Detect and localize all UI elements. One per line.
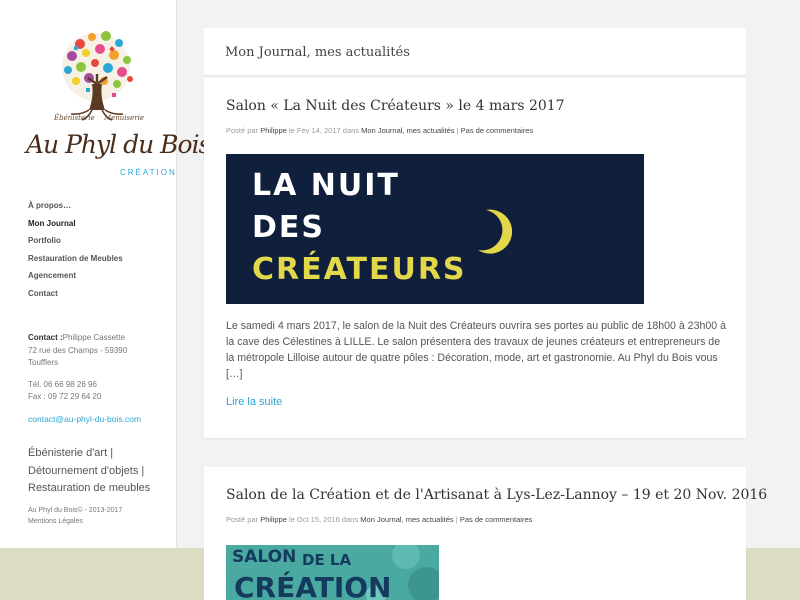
contact-block: Contact :Philippe Cassette 72 rue des Ch… <box>28 332 141 426</box>
meta-author[interactable]: Philippe <box>260 126 287 135</box>
tagline-line: Restauration de meubles <box>28 482 151 494</box>
contact-city: Toufflers <box>28 358 59 367</box>
copyright: Au Phyl du Bois© - 2013-2017 Mentions Lé… <box>28 505 122 527</box>
post-card: Salon de la Création et de l'Artisanat à… <box>204 467 767 600</box>
legal-link[interactable]: Mentions Légales <box>28 516 122 527</box>
contact-tel: Tél. 06 66 98 26 96 <box>28 379 97 389</box>
meta-comments[interactable]: Pas de commentaires <box>461 126 534 135</box>
tagline-line: Détournement d'objets | <box>28 464 145 477</box>
contact-name: Philippe Cassette <box>62 333 125 342</box>
nav-item-restauration[interactable]: Restauration de Meubles <box>28 253 123 271</box>
contact-label: Contact : <box>28 333 63 342</box>
contact-email-link[interactable]: contact@au-phyl-du-bois.com <box>28 414 141 424</box>
post-meta: Posté par Philippe le Fév 14, 2017 dans … <box>226 126 533 135</box>
meta-date: le Oct 15, 2016 dans <box>288 515 359 524</box>
meta-separator: | <box>455 515 458 524</box>
banner-text: CRÉATION <box>234 571 392 600</box>
logo-tag: CRÉATION <box>120 168 177 177</box>
banner-text: DE LA <box>302 551 352 569</box>
page-header: Mon Journal, mes actualités <box>204 28 746 76</box>
contact-street: 72 rue des Champs - 59390 <box>28 345 128 355</box>
logo-left-sub: Ébénisterie <box>54 114 95 122</box>
meta-separator: | <box>456 126 459 135</box>
copyright-text: Au Phyl du Bois© - 2013-2017 <box>28 507 123 514</box>
banner-text: DES <box>252 210 326 245</box>
nav-item-contact[interactable]: Contact <box>28 288 123 306</box>
post-title[interactable]: Salon « La Nuit des Créateurs » le 4 mar… <box>226 98 565 114</box>
meta-category[interactable]: Mon Journal, mes actualités <box>361 126 454 135</box>
nav-item-portfolio[interactable]: Portfolio <box>28 235 123 253</box>
contact-fax: Fax : 09 72 29 64 20 <box>28 392 102 401</box>
site-tagline: Ébénisterie d'art | Détournement d'objet… <box>28 445 168 498</box>
banner-text: SALON <box>232 547 297 567</box>
banner-text: LA NUIT <box>252 168 400 203</box>
post-banner-image[interactable]: LA NUIT DES CRÉATEURS <box>226 154 644 304</box>
meta-category[interactable]: Mon Journal, mes actualités <box>360 515 453 524</box>
tagline-line: Ébénisterie d'art | <box>28 447 114 459</box>
post-meta: Posté par Philippe le Oct 15, 2016 dans … <box>226 515 532 524</box>
meta-by: Posté par <box>226 126 259 135</box>
logo-brand: Au Phyl du Bois <box>26 130 211 159</box>
site-logo[interactable]: Ébénisterie Menuiserie Au Phyl du Bois C… <box>26 22 211 182</box>
post-title[interactable]: Salon de la Création et de l'Artisanat à… <box>226 487 767 503</box>
nav-item-agencement[interactable]: Agencement <box>28 270 123 288</box>
meta-comments[interactable]: Pas de commentaires <box>460 515 533 524</box>
main-nav: À propos… Mon Journal Portfolio Restaura… <box>28 200 123 306</box>
post-card: Salon « La Nuit des Créateurs » le 4 mar… <box>204 78 746 438</box>
meta-date: le Fév 14, 2017 dans <box>288 126 360 135</box>
logo-right-sub: Menuiserie <box>103 114 144 122</box>
read-more-link[interactable]: Lire la suite <box>226 396 282 408</box>
logo-subtitle: Ébénisterie Menuiserie <box>54 114 144 122</box>
moon-icon <box>478 209 512 254</box>
post-banner-image[interactable]: SALON DE LA CRÉATION <box>226 545 439 600</box>
post-excerpt: Le samedi 4 mars 2017, le salon de la Nu… <box>226 320 726 380</box>
nav-item-mon-journal[interactable]: Mon Journal <box>28 218 123 236</box>
nav-item-a-propos[interactable]: À propos… <box>28 200 123 218</box>
meta-author[interactable]: Philippe <box>260 515 287 524</box>
page-title: Mon Journal, mes actualités <box>225 45 410 60</box>
sidebar: Ébénisterie Menuiserie Au Phyl du Bois C… <box>0 0 211 548</box>
banner-text: CRÉATEURS <box>252 252 467 287</box>
meta-by: Posté par <box>226 515 259 524</box>
